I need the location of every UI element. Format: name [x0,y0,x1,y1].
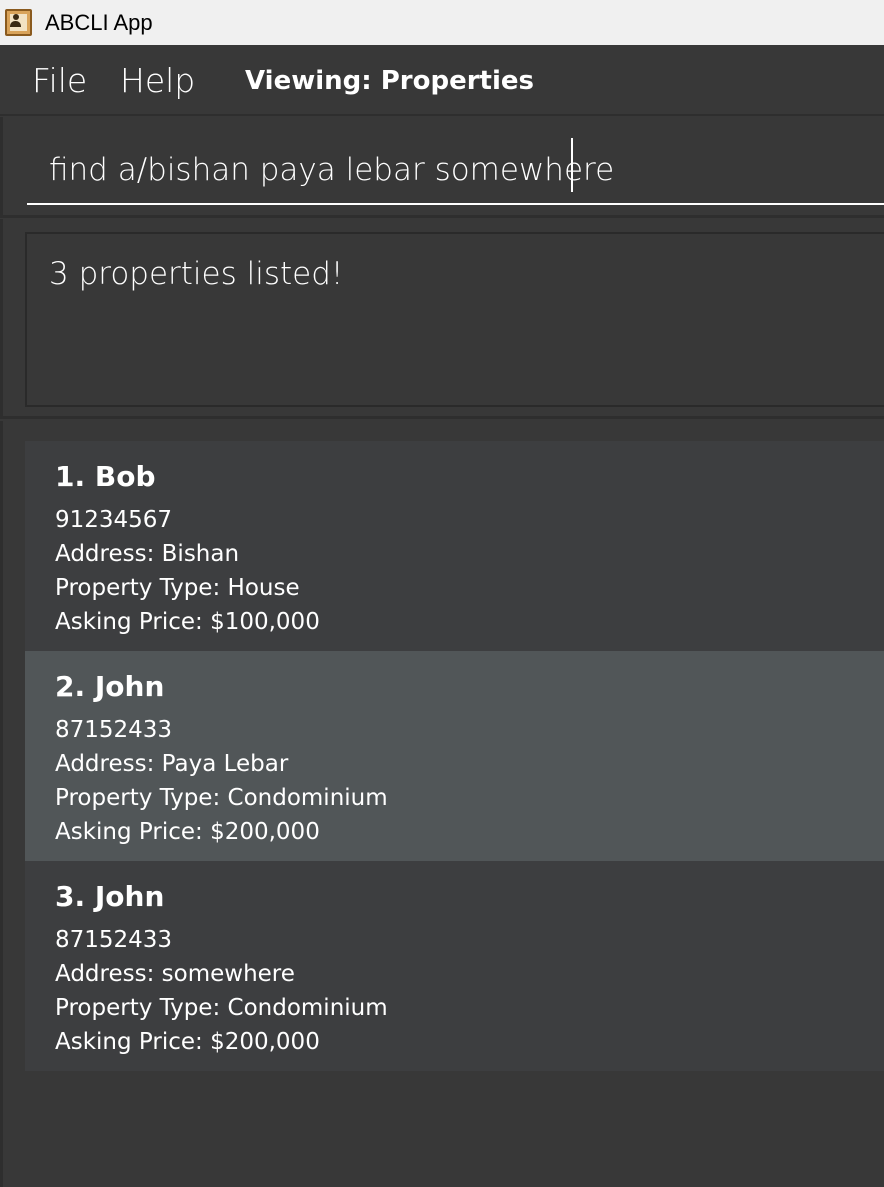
property-name: 2. John [55,670,165,703]
property-phone: 87152433 [55,927,173,953]
property-address: Address: somewhere [55,961,295,987]
help-menu[interactable]: Help [120,61,195,101]
window-title: ABCLI App [45,10,153,35]
property-phone: 91234567 [55,507,173,533]
menu-bar: File Help Viewing: Properties [0,45,884,116]
contact-book-icon [5,9,32,36]
property-address: Address: Bishan [55,541,240,567]
property-price: Asking Price: $100,000 [55,609,320,635]
property-card[interactable]: 1. Bob 91234567 Address: Bishan Property… [25,441,884,651]
result-message: 3 properties listed! [49,256,344,292]
result-display: 3 properties listed! [0,219,884,419]
property-list[interactable]: 1. Bob 91234567 Address: Bishan Property… [0,421,884,1187]
property-price: Asking Price: $200,000 [55,1029,320,1055]
property-name: 3. John [55,880,165,913]
text-caret [571,138,573,192]
command-box [0,117,884,218]
viewing-label: Viewing: Properties [245,66,534,96]
property-card-selected[interactable]: 2. John 87152433 Address: Paya Lebar Pro… [25,651,884,861]
property-type: Property Type: Condominium [55,995,388,1021]
property-card[interactable]: 3. John 87152433 Address: somewhere Prop… [25,861,884,1071]
command-input[interactable] [27,137,884,205]
property-phone: 87152433 [55,717,173,743]
property-address: Address: Paya Lebar [55,751,289,777]
property-type: Property Type: House [55,575,300,601]
file-menu[interactable]: File [32,61,87,101]
property-type: Property Type: Condominium [55,785,388,811]
property-name: 1. Bob [55,460,156,493]
title-bar: ABCLI App [0,0,884,45]
result-box[interactable]: 3 properties listed! [25,232,884,407]
property-price: Asking Price: $200,000 [55,819,320,845]
